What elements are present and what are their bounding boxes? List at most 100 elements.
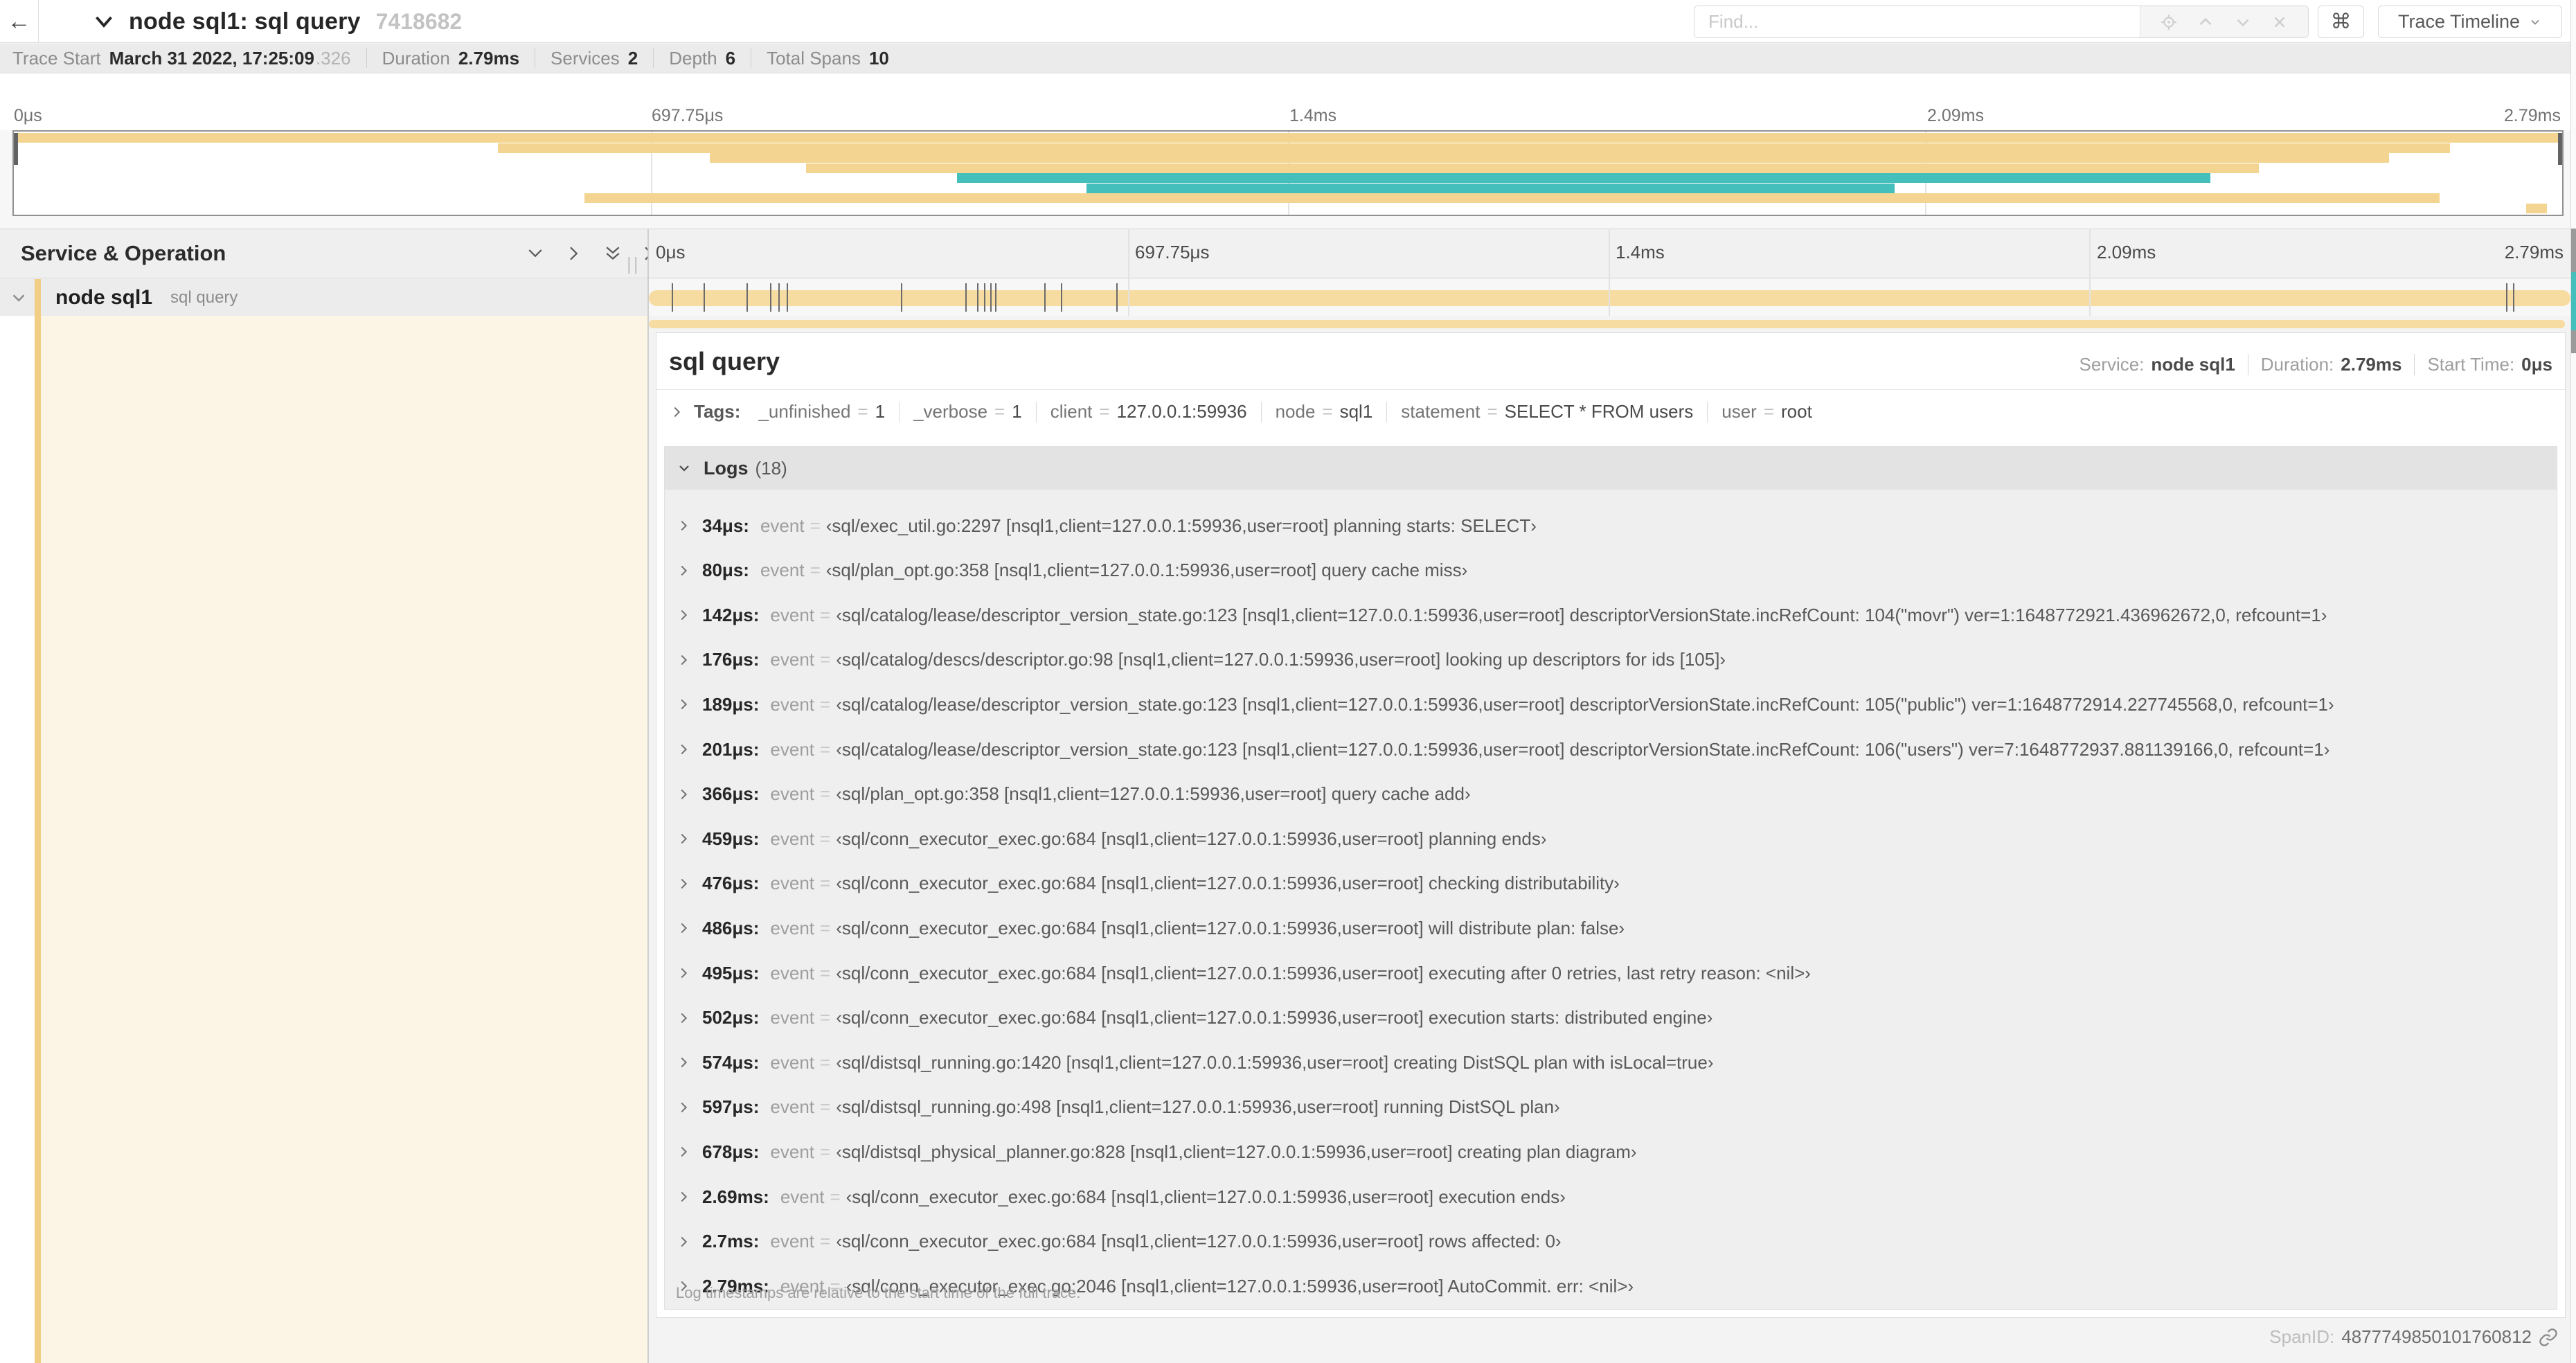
log-entry[interactable]: 80μs: event = ‹sql/plan_opt.go:358 [nsql… — [665, 549, 2557, 593]
log-entry[interactable]: 2.7ms: event = ‹sql/conn_executor_exec.g… — [665, 1220, 2557, 1264]
axis-tick-label: 2.09ms — [1927, 106, 1984, 125]
chevron-right-icon[interactable] — [676, 518, 691, 533]
log-entry[interactable]: 678μs: event = ‹sql/distsql_physical_pla… — [665, 1130, 2557, 1174]
log-entry[interactable]: 366μs: event = ‹sql/plan_opt.go:358 [nsq… — [665, 772, 2557, 817]
deep-link-icon[interactable] — [2539, 1328, 2558, 1347]
meta-label: Duration: — [2260, 354, 2334, 375]
log-field-value: ‹sql/plan_opt.go:358 [nsql1,client=127.0… — [836, 783, 1471, 805]
minimap-span-bar — [2526, 203, 2547, 213]
chevron-down-icon[interactable] — [91, 9, 116, 34]
find-box — [1694, 6, 2309, 38]
log-event-tick — [2506, 283, 2508, 312]
log-event-tick — [1060, 283, 1062, 312]
log-timestamp: 2.69ms: — [702, 1186, 769, 1207]
back-button[interactable]: ← — [0, 0, 39, 43]
chevron-right-icon[interactable] — [676, 1055, 691, 1070]
collapse-all-button[interactable] — [601, 242, 625, 265]
log-event-tick — [2513, 283, 2515, 312]
clear-find-icon[interactable] — [2271, 13, 2289, 31]
keyboard-shortcuts-button[interactable]: ⌘ — [2318, 6, 2364, 38]
log-field-key: event — [770, 738, 815, 760]
meta-service: Service: node sql1 — [2067, 354, 2248, 375]
minimap-right-drag-handle[interactable] — [2558, 133, 2562, 165]
column-resize-handle[interactable]: || — [627, 253, 641, 275]
logs-header[interactable]: Logs (18) — [665, 447, 2557, 490]
tag-item[interactable]: client = 127.0.0.1:59936 — [1037, 401, 1262, 422]
right-scrollbar[interactable] — [2570, 0, 2576, 1363]
tags-row[interactable]: Tags: _unfinished = 1 _verbose = 1 clien… — [656, 390, 2565, 434]
tag-item[interactable]: _unfinished = 1 — [744, 401, 900, 422]
stat-label: Duration — [382, 47, 450, 69]
chevron-right-icon[interactable] — [676, 920, 691, 936]
chevron-right-icon[interactable] — [676, 1189, 691, 1204]
log-entry[interactable]: 189μs: event = ‹sql/catalog/lease/descri… — [665, 682, 2557, 727]
minimap-left-drag-handle[interactable] — [14, 133, 18, 165]
prev-match-icon[interactable] — [2197, 13, 2215, 31]
span-service-name[interactable]: node sql1 — [55, 286, 152, 310]
chevron-right-icon[interactable] — [676, 607, 691, 623]
log-equals: = — [820, 917, 831, 938]
log-entry[interactable]: 2.69ms: event = ‹sql/conn_executor_exec.… — [665, 1175, 2557, 1219]
chevron-right-icon[interactable] — [676, 652, 691, 668]
log-event-tick — [1116, 283, 1118, 312]
log-entry[interactable]: 459μs: event = ‹sql/conn_executor_exec.g… — [665, 817, 2557, 861]
log-entry[interactable]: 176μs: event = ‹sql/catalog/descs/descri… — [665, 638, 2557, 682]
tag-item[interactable]: node = sql1 — [1262, 401, 1388, 422]
chevron-right-icon[interactable] — [676, 1144, 691, 1159]
log-entry[interactable]: 486μs: event = ‹sql/conn_executor_exec.g… — [665, 906, 2557, 950]
log-field-value: ‹sql/conn_executor_exec.go:684 [nsql1,cl… — [836, 917, 1625, 938]
scope-icon[interactable] — [2160, 13, 2178, 31]
log-entry[interactable]: 142μs: event = ‹sql/catalog/lease/descri… — [665, 593, 2557, 637]
span-detail-header: sql query Service: node sql1 Duration: 2.7… — [656, 333, 2565, 390]
minimap-span-bar — [584, 193, 2440, 203]
chevron-right-icon[interactable] — [676, 697, 691, 712]
log-equals: = — [830, 1186, 841, 1207]
chevron-right-icon[interactable] — [676, 1100, 691, 1115]
chevron-right-icon[interactable] — [676, 965, 691, 981]
span-row-name-column[interactable]: node sql1 sql query — [0, 279, 647, 316]
tag-item[interactable]: user = root — [1708, 401, 1826, 422]
chevron-right-icon[interactable] — [676, 1234, 691, 1249]
chevron-down-icon[interactable] — [8, 287, 29, 308]
trace-minimap[interactable] — [12, 130, 2564, 216]
log-timestamp: 502μs: — [702, 1007, 760, 1028]
chevron-right-icon[interactable] — [676, 742, 691, 757]
log-equals: = — [810, 560, 821, 581]
view-selector-button[interactable]: Trace Timeline — [2378, 6, 2562, 38]
log-timestamp: 142μs: — [702, 604, 760, 625]
chevron-right-icon[interactable] — [676, 787, 691, 802]
log-entry[interactable]: 34μs: event = ‹sql/exec_util.go:2297 [ns… — [665, 504, 2557, 548]
log-field-key: event — [770, 873, 815, 894]
log-field-value: ‹sql/conn_executor_exec.go:684 [nsql1,cl… — [836, 828, 1547, 849]
collapse-one-button[interactable] — [524, 242, 547, 265]
axis-tick-label: 1.4ms — [1289, 106, 1337, 125]
chevron-right-icon[interactable] — [676, 1010, 691, 1026]
timeline-ticks-header: 0μs 697.75μs 1.4ms 2.09ms 2.79ms — [649, 229, 2576, 278]
panel-divider[interactable] — [647, 229, 649, 1363]
stat-value: 2.79ms — [458, 47, 520, 69]
find-input[interactable] — [1694, 6, 2140, 37]
tag-item[interactable]: _verbose = 1 — [900, 401, 1037, 422]
log-field-key: event — [770, 693, 815, 715]
log-entry[interactable]: 495μs: event = ‹sql/conn_executor_exec.g… — [665, 951, 2557, 995]
chevron-right-icon[interactable] — [669, 404, 684, 420]
axis-tick-label: 2.79ms — [2504, 106, 2561, 125]
log-entry[interactable]: 502μs: event = ‹sql/conn_executor_exec.g… — [665, 996, 2557, 1040]
next-match-icon[interactable] — [2234, 13, 2252, 31]
log-equals: = — [820, 828, 831, 849]
log-field-value: ‹sql/conn_executor_exec.go:684 [nsql1,cl… — [846, 1186, 1566, 1207]
chevron-right-icon[interactable] — [676, 876, 691, 891]
chevron-right-icon[interactable] — [676, 563, 691, 578]
log-entry[interactable]: 597μs: event = ‹sql/distsql_running.go:4… — [665, 1085, 2557, 1130]
expand-one-button[interactable] — [562, 242, 586, 265]
timeline-tick-label: 2.09ms — [2097, 242, 2156, 262]
log-equals: = — [810, 515, 821, 536]
log-entry[interactable]: 476μs: event = ‹sql/conn_executor_exec.g… — [665, 862, 2557, 906]
tag-item[interactable]: statement = SELECT * FROM users — [1387, 401, 1708, 422]
log-entry[interactable]: 574μs: event = ‹sql/distsql_running.go:1… — [665, 1040, 2557, 1085]
span-row-timeline[interactable] — [649, 279, 2576, 316]
log-entry[interactable]: 201μs: event = ‹sql/catalog/lease/descri… — [665, 727, 2557, 772]
chevron-right-icon[interactable] — [676, 831, 691, 846]
span-row[interactable]: node sql1 sql query — [0, 279, 2576, 316]
minimap-span-bar — [498, 143, 2451, 153]
